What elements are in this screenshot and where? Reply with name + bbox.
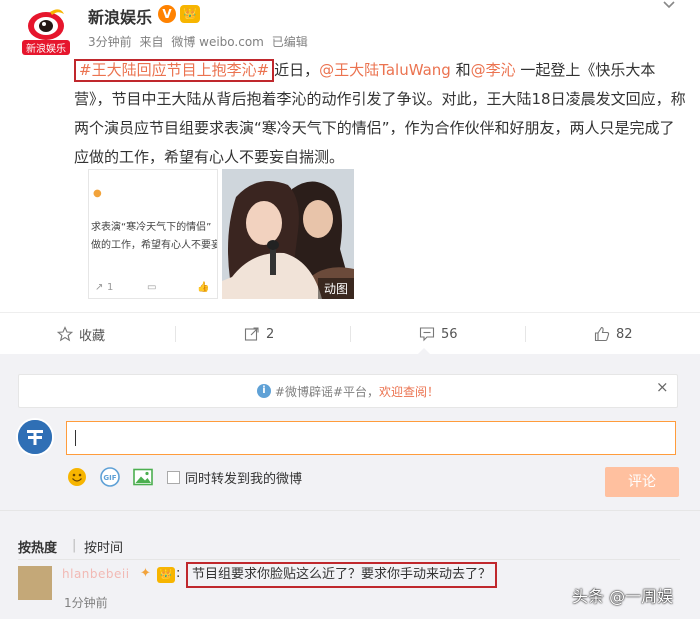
forward-checkbox-label: 同时转发到我的微博 [185,472,303,487]
rumor-notice-bar[interactable]: i #微博辟谣#平台， 欢迎查阅！ [18,374,678,408]
post-time[interactable]: 3分钟前 [88,35,132,49]
sort-by-hot-tab[interactable]: 按热度 [18,537,57,556]
hashtag-link[interactable]: #王大陆回应节目上抱李沁# [74,59,275,82]
thumbs-up-icon [594,326,610,342]
comment-icon [419,327,435,342]
logo-text: 新浪娱乐 [26,42,66,55]
colon: : [176,566,181,581]
comment-count: 56 [441,326,458,342]
post-from-label: 来自 [139,35,164,49]
like-icon: 👍 [197,282,210,293]
sparkle-icon: ✦ [140,566,151,581]
avatar-image [18,420,52,454]
post-text: #王大陆回应节目上抱李沁# 近日，@王大陆TaluWang 和@李沁 一起登上《快… [74,56,686,172]
post-text-part: 和 [450,61,471,79]
separator [525,326,526,342]
favorite-label: 收藏 [79,328,106,344]
vip-crown-icon: 👑 [157,567,175,583]
separator [175,326,176,342]
comment-icon: ▭ [147,282,157,293]
chevron-down-icon[interactable] [662,0,676,10]
repost-icon: ↗ [95,282,104,293]
edited-label: 已编辑 [271,35,308,49]
comment-time: 1分钟前 [64,596,108,610]
svg-text:GIF: GIF [103,474,116,482]
forward-checkbox[interactable] [167,471,180,484]
gif-icon[interactable]: GIF [99,466,121,488]
divider [18,559,680,560]
account-name[interactable]: 新浪娱乐 [88,4,152,28]
close-icon[interactable]: × [656,380,669,395]
favorite-button[interactable]: 收藏 [57,313,105,355]
like-button[interactable]: 82 [594,313,633,355]
repost-count: 2 [266,326,275,342]
comment-input[interactable] [66,421,676,455]
thumbnail-text: 求表演“寒冷天气下的情侣” [91,222,212,233]
mention-link[interactable]: @王大陆TaluWang [319,61,451,79]
repost-icon [244,327,259,341]
vip-crown-icon: 👑 [180,5,200,23]
repost-button[interactable]: 2 [244,313,274,355]
sort-by-time-tab[interactable]: 按时间 [84,537,123,556]
divider [0,510,700,511]
sort-separator: | [72,538,77,553]
thumbnail-count: 1 [107,282,114,293]
emoji-icon: ● [93,188,102,199]
text-caret [75,430,76,446]
submit-comment-button[interactable]: 评论 [605,467,679,497]
image-icon[interactable] [132,466,154,488]
star-icon [57,326,73,342]
info-icon: i [256,384,271,398]
notice-text: #微博辟谣#平台， [274,384,380,399]
mention-link[interactable]: @李沁 [471,61,516,79]
post-source[interactable]: 微博 weibo.com [171,35,264,49]
post-text-part: 近日， [274,61,320,79]
current-user-avatar[interactable] [16,418,54,456]
separator [350,326,351,342]
commenter-avatar[interactable] [18,566,52,600]
weibo-post: 新浪娱乐 新浪娱乐 V 👑 3分钟前 来自 微博 weibo.com 已编辑 #… [0,0,700,312]
notice-link[interactable]: 欢迎查阅！ [379,383,439,400]
post-action-bar: 收藏 2 56 82 [0,312,700,354]
commenter-name[interactable]: hlanbebeii [62,567,130,581]
post-meta: 3分钟前 来自 微博 weibo.com 已编辑 [88,33,312,50]
thumbnail-text: 做的工作，希望有心人不要妄 [91,240,218,251]
gif-badge: 动图 [317,278,354,299]
watermark: 头条 @一周娱 [572,587,674,606]
comment-text: 节目组要求你脸贴这么近了？要求你手动来动去了？ [186,562,498,588]
emoji-icon[interactable] [66,466,88,488]
post-image-thumbnail[interactable]: ● 求表演“寒冷天气下的情侣” 做的工作，希望有心人不要妄 ↗ 1 ▭ 👍 [88,169,218,299]
verified-badge-icon: V [158,5,176,23]
like-count: 82 [616,326,633,342]
sina-entertainment-logo[interactable]: 新浪娱乐 [20,4,72,56]
post-gif-thumbnail[interactable]: 动图 [222,169,354,299]
